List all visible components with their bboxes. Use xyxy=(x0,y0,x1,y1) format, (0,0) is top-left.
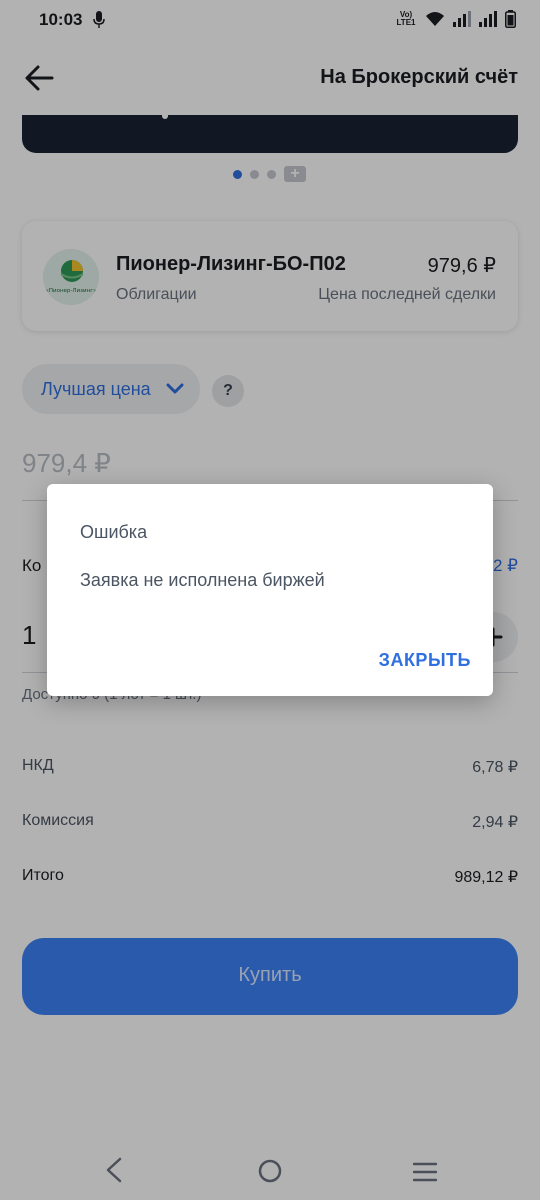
error-dialog: Ошибка Заявка не исполнена биржей ЗАКРЫТ… xyxy=(47,484,493,696)
close-button[interactable]: ЗАКРЫТЬ xyxy=(379,650,471,671)
dialog-message: Заявка не исполнена биржей xyxy=(80,570,325,590)
dialog-title: Ошибка xyxy=(80,522,148,542)
